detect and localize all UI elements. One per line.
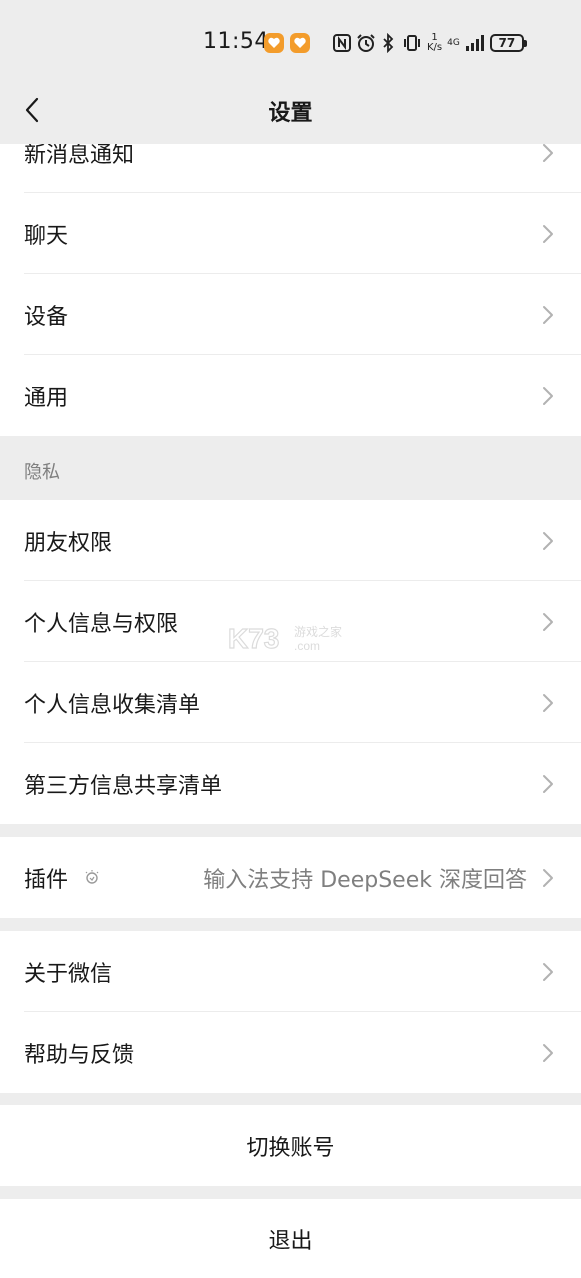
chevron-right-icon (543, 774, 553, 793)
settings-item-label: 帮助与反馈 (24, 1042, 135, 1068)
settings-item-label: 设备 (24, 304, 69, 330)
svg-text:K73: K73 (228, 623, 279, 654)
settings-group-general: 新消息通知 聊天 设备 通用 (0, 144, 581, 436)
chevron-right-icon (543, 386, 553, 405)
nfc-icon (333, 33, 351, 53)
network-type: 4G (447, 37, 460, 48)
app-notification-icon (264, 33, 284, 53)
settings-item-info-collection-list[interactable]: 个人信息收集清单 (0, 662, 581, 743)
section-header-privacy: 隐私 (0, 437, 581, 500)
settings-item-general[interactable]: 通用 (0, 355, 581, 436)
settings-item-label: 朋友权限 (24, 530, 113, 556)
navigation-bar: 设置 (0, 80, 581, 142)
net-speed-unit: K/s (427, 42, 443, 53)
settings-item-label: 聊天 (24, 223, 69, 249)
page-title: 设置 (268, 101, 313, 126)
settings-item-third-party-sharing-list[interactable]: 第三方信息共享清单 (0, 743, 581, 824)
vibrate-icon (402, 33, 422, 53)
chevron-right-icon (543, 531, 553, 550)
settings-item-about-wechat[interactable]: 关于微信 (0, 931, 581, 1012)
settings-item-help-feedback[interactable]: 帮助与反馈 (0, 1012, 581, 1093)
alarm-icon (356, 33, 376, 53)
chevron-right-icon (543, 1043, 553, 1062)
chevron-right-icon (543, 868, 553, 887)
settings-group-about: 关于微信 帮助与反馈 (0, 931, 581, 1093)
network-speed: 1 K/s (427, 33, 442, 53)
chevron-right-icon (543, 224, 553, 243)
settings-item-plugins[interactable]: 插件 输入法支持 DeepSeek 深度回答 (0, 837, 581, 918)
status-bar: 11:54 1 K/s 4G 77 (0, 0, 581, 80)
plugin-promo-text: 输入法支持 DeepSeek 深度回答 (203, 867, 527, 893)
switch-account-button[interactable]: 切换账号 (0, 1105, 581, 1186)
settings-item-label: 插件 (24, 867, 69, 893)
chevron-right-icon (543, 612, 553, 631)
settings-item-label: 通用 (24, 385, 69, 411)
battery-level: 77 (498, 36, 516, 50)
chevron-right-icon (543, 693, 553, 712)
bluetooth-icon (381, 33, 397, 53)
lightbulb-icon (85, 869, 99, 884)
settings-group-privacy: 朋友权限 个人信息与权限 个人信息收集清单 第三方信息共享清单 (0, 500, 581, 824)
settings-group-plugins: 插件 输入法支持 DeepSeek 深度回答 (0, 837, 581, 918)
settings-item-label: 第三方信息共享清单 (24, 773, 223, 799)
network-type-label: 4G (447, 37, 460, 48)
status-time: 11:54 (203, 29, 269, 54)
logout-button[interactable]: 退出 (0, 1199, 581, 1278)
chevron-right-icon (543, 962, 553, 981)
settings-item-chat[interactable]: 聊天 (0, 193, 581, 274)
section-header-label: 隐私 (24, 462, 60, 483)
settings-item-label: 个人信息与权限 (24, 611, 179, 637)
settings-item-friend-permissions[interactable]: 朋友权限 (0, 500, 581, 581)
watermark-logo: K73 游戏之家 .com (227, 618, 358, 658)
system-icons: 1 K/s 4G 77 (333, 30, 527, 56)
chevron-right-icon (543, 144, 553, 162)
svg-text:游戏之家: 游戏之家 (294, 624, 342, 639)
settings-item-devices[interactable]: 设备 (0, 274, 581, 355)
svg-text:.com: .com (294, 639, 320, 653)
settings-item-label: 关于微信 (24, 961, 113, 987)
battery-indicator: 77 (489, 34, 527, 52)
chevron-right-icon (543, 305, 553, 324)
signal-icon (465, 34, 485, 52)
app-notification-icon (290, 33, 310, 53)
settings-item-label: 个人信息收集清单 (24, 692, 201, 718)
